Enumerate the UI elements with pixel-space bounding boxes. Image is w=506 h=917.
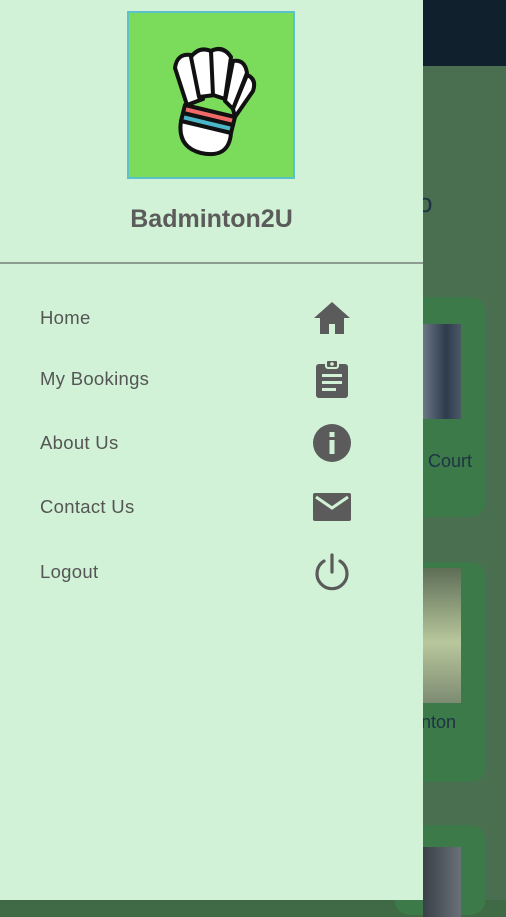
menu-item-about-us[interactable]: About Us (0, 415, 423, 471)
menu-item-label: About Us (40, 432, 119, 453)
power-icon (310, 550, 354, 594)
menu-item-my-bookings[interactable]: My Bookings (0, 351, 423, 407)
drawer-divider (0, 262, 423, 264)
court-photo (423, 324, 461, 419)
menu-item-contact-us[interactable]: Contact Us (0, 479, 423, 535)
clipboard-icon (310, 357, 354, 401)
menu-item-home[interactable]: Home (0, 290, 423, 346)
info-icon (310, 421, 354, 465)
menu-item-label: Logout (40, 561, 99, 582)
court-photo (423, 568, 461, 703)
navigation-drawer: Badminton2U Home My Bookings About Us Co… (0, 0, 423, 900)
app-name: Badminton2U (130, 205, 293, 233)
court-card-label: Court (428, 451, 473, 471)
mail-icon (310, 485, 354, 529)
menu-item-label: Home (40, 307, 91, 328)
menu-item-label: Contact Us (40, 496, 135, 517)
app-logo (127, 11, 295, 179)
home-icon (310, 296, 354, 340)
menu-item-label: My Bookings (40, 368, 150, 389)
shuttlecock-icon (173, 47, 257, 156)
court-photo (423, 847, 461, 917)
menu-item-logout[interactable]: Logout (0, 544, 423, 600)
